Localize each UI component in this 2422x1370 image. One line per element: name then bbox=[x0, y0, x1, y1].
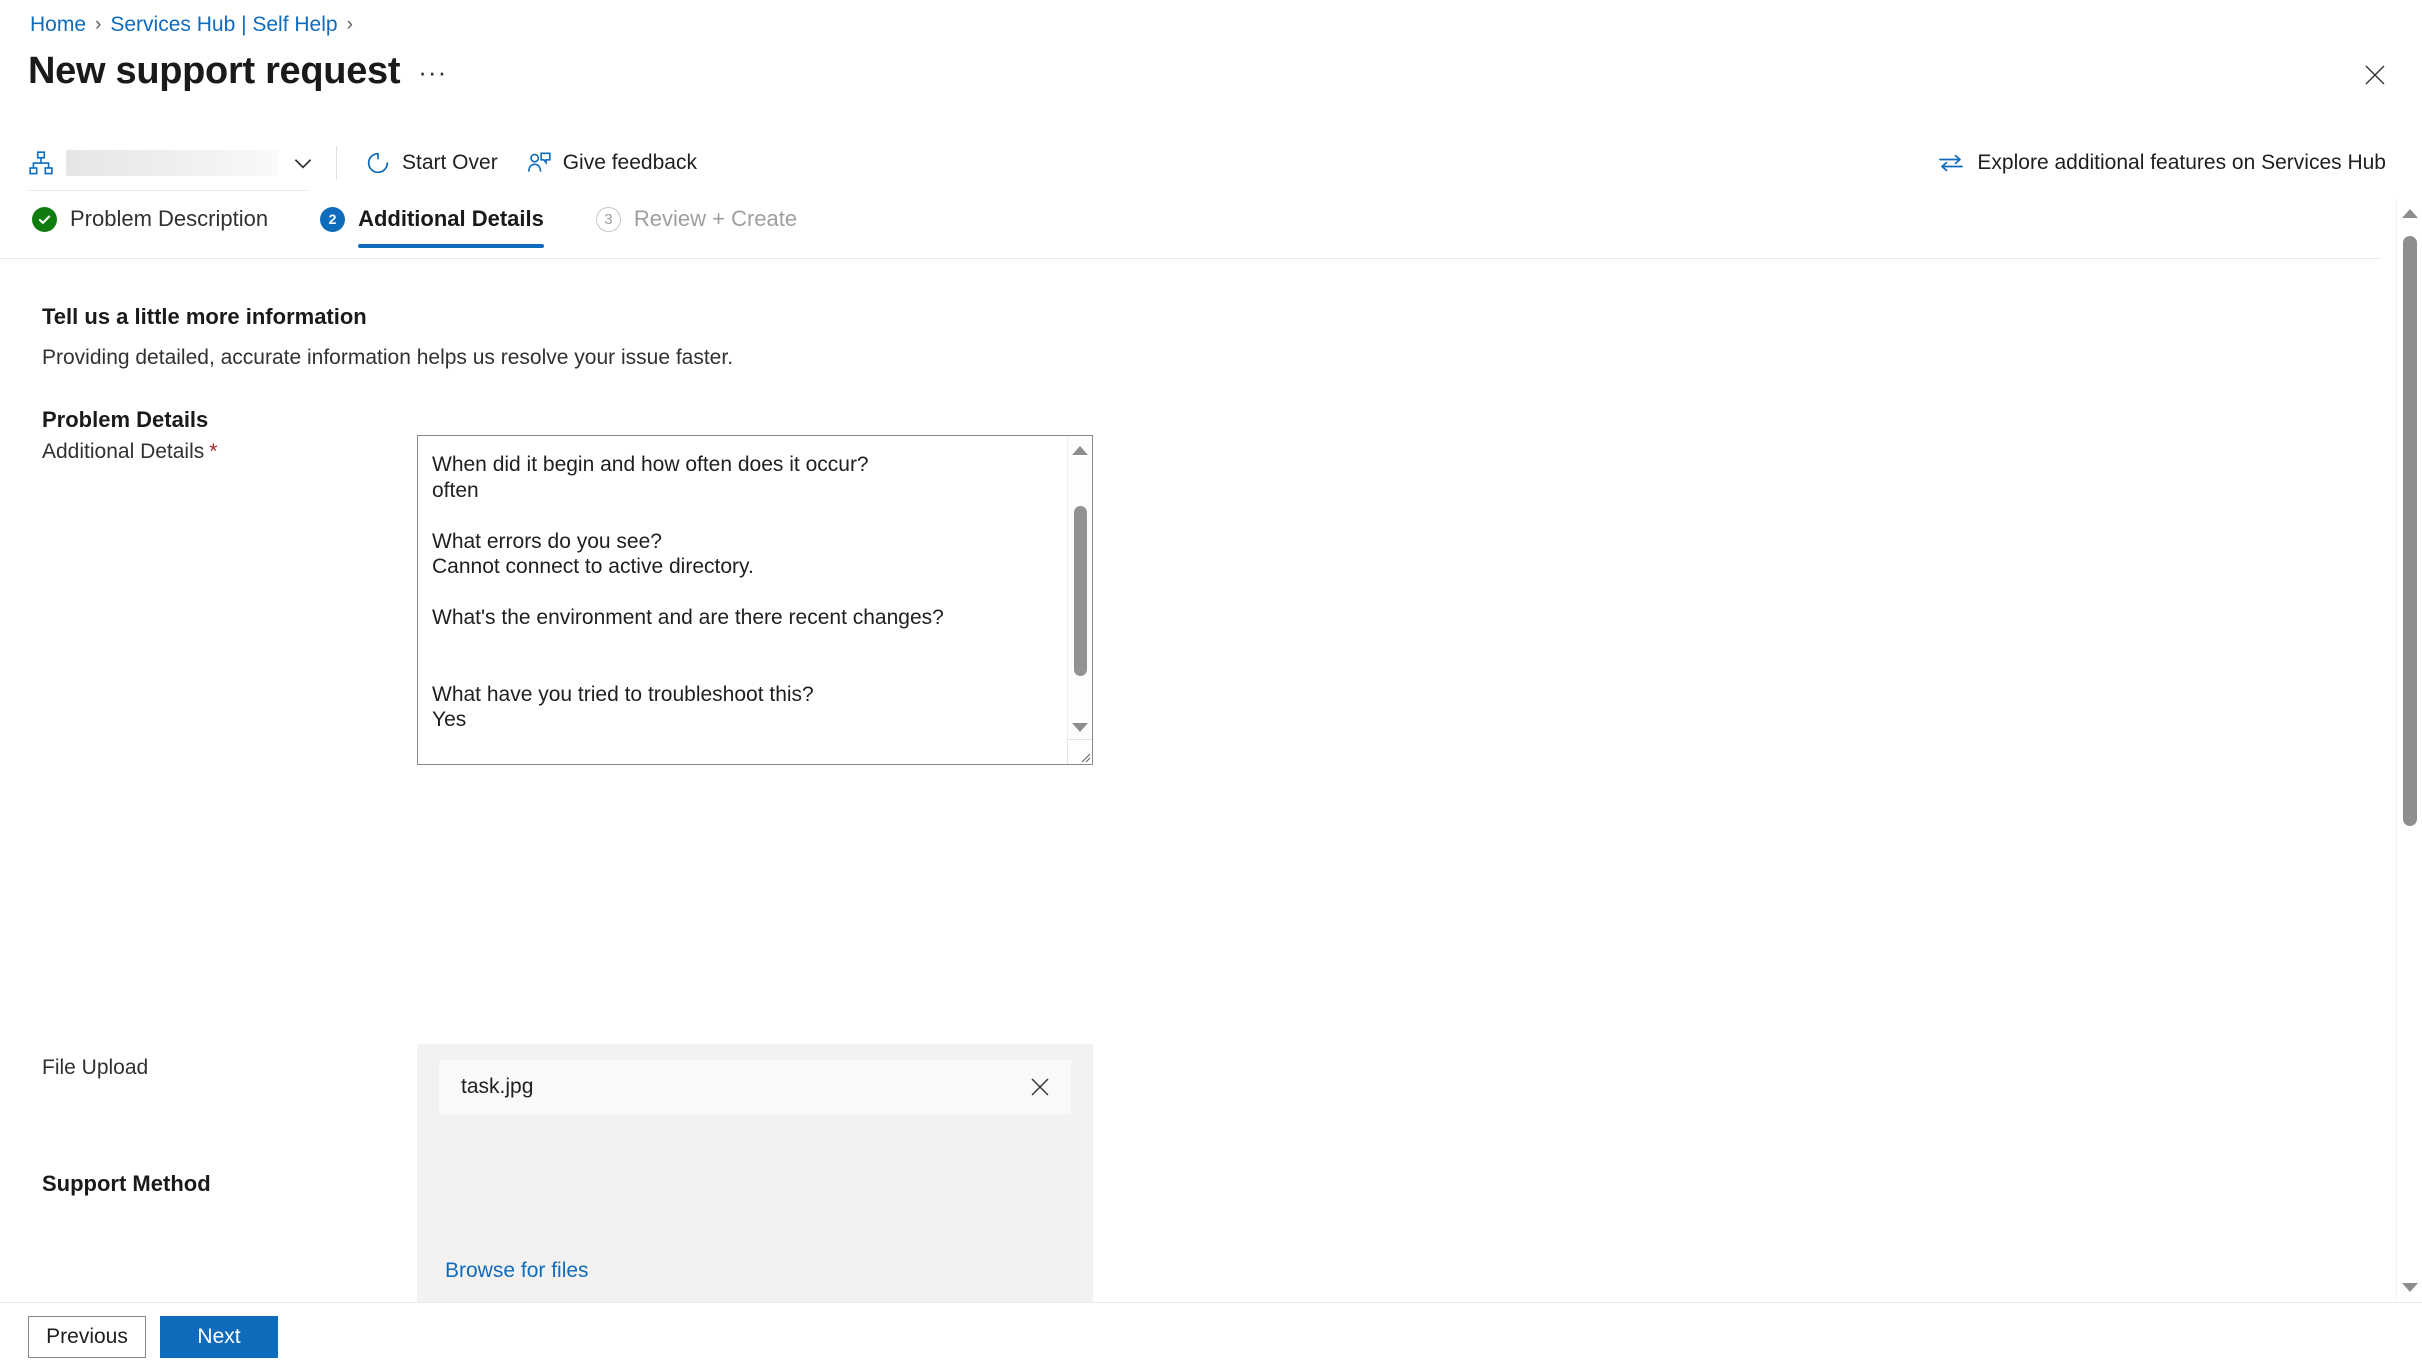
uploaded-file-item: task.jpg bbox=[439, 1060, 1071, 1114]
lead-subtitle: Providing detailed, accurate information… bbox=[42, 346, 734, 369]
page-scroll-thumb[interactable] bbox=[2403, 236, 2417, 826]
refresh-icon bbox=[367, 152, 389, 174]
tab-additional-details[interactable]: 2 Additional Details bbox=[316, 198, 566, 248]
remove-file-button[interactable] bbox=[1023, 1070, 1057, 1104]
explore-services-hub-link[interactable]: Explore additional features on Services … bbox=[1937, 151, 2422, 175]
textarea-resize-handle[interactable] bbox=[1067, 739, 1092, 764]
explore-label: Explore additional features on Services … bbox=[1977, 151, 2386, 174]
page-scrollbar[interactable] bbox=[2396, 198, 2422, 1302]
scroll-up-arrow-icon[interactable] bbox=[1068, 439, 1092, 461]
breadcrumb-separator-icon: › bbox=[346, 14, 353, 35]
tab-problem-description[interactable]: Problem Description bbox=[28, 198, 290, 248]
page-scroll-down-icon[interactable] bbox=[2397, 1276, 2422, 1298]
breadcrumb: Home › Services Hub | Self Help › bbox=[30, 12, 353, 38]
active-tab-underline bbox=[358, 244, 544, 248]
command-bar-left: Start Over Give feedback bbox=[0, 143, 711, 183]
org-hierarchy-icon bbox=[29, 151, 53, 175]
browse-for-files-link[interactable]: Browse for files bbox=[445, 1259, 589, 1283]
form-content: Tell us a little more information Provid… bbox=[0, 259, 2382, 1302]
tab-review-create[interactable]: 3 Review + Create bbox=[592, 198, 819, 248]
scope-picker[interactable] bbox=[0, 143, 328, 183]
tab-label: Review + Create bbox=[633, 206, 798, 231]
tab-label: Additional Details bbox=[358, 206, 544, 231]
uploaded-file-name: task.jpg bbox=[461, 1075, 534, 1098]
lead-title: Tell us a little more information bbox=[42, 304, 367, 329]
next-button[interactable]: Next bbox=[160, 1315, 278, 1358]
chevron-down-icon bbox=[294, 159, 312, 169]
close-icon bbox=[2365, 65, 2385, 85]
breadcrumb-item-services-hub[interactable]: Services Hub | Self Help bbox=[110, 12, 337, 38]
support-request-page: Home › Services Hub | Self Help › New su… bbox=[0, 0, 2422, 1370]
additional-details-label: Additional Details * bbox=[42, 440, 218, 463]
check-circle-icon bbox=[32, 206, 57, 232]
close-icon bbox=[1031, 1078, 1049, 1096]
tab-label: Problem Description bbox=[70, 206, 269, 231]
give-feedback-button[interactable]: Give feedback bbox=[512, 143, 711, 183]
section-problem-details: Problem Details bbox=[42, 407, 209, 432]
textarea-scroll-thumb[interactable] bbox=[1074, 506, 1087, 676]
command-bar-separator bbox=[28, 190, 308, 191]
give-feedback-label: Give feedback bbox=[562, 151, 697, 174]
swap-arrows-icon bbox=[1939, 154, 1964, 172]
previous-button[interactable]: Previous bbox=[28, 1315, 146, 1358]
required-asterisk: * bbox=[209, 440, 218, 463]
additional-details-value: When did it begin and how often does it … bbox=[432, 453, 944, 731]
file-upload-label: File Upload bbox=[42, 1056, 149, 1079]
step-badge-3: 3 bbox=[595, 206, 621, 232]
feedback-person-icon bbox=[527, 152, 551, 172]
additional-details-textarea[interactable]: When did it begin and how often does it … bbox=[417, 435, 1093, 765]
close-button[interactable] bbox=[2358, 58, 2392, 92]
scope-value-redacted bbox=[66, 150, 278, 176]
resize-grip-icon bbox=[1081, 753, 1091, 763]
page-title: New support request bbox=[28, 50, 401, 92]
wizard-steps: Problem Description 2 Additional Details… bbox=[28, 198, 819, 248]
start-over-button[interactable]: Start Over bbox=[351, 143, 512, 183]
scroll-down-arrow-icon[interactable] bbox=[1068, 716, 1092, 738]
page-scroll-up-icon[interactable] bbox=[2397, 202, 2422, 224]
title-row: New support request ··· bbox=[28, 48, 447, 94]
step-badge-2: 2 bbox=[320, 206, 346, 232]
start-over-label: Start Over bbox=[402, 151, 498, 174]
breadcrumb-item-home[interactable]: Home bbox=[30, 12, 86, 38]
textarea-scrollbar[interactable] bbox=[1067, 436, 1092, 764]
command-bar-divider bbox=[336, 146, 337, 180]
more-options-button[interactable]: ··· bbox=[418, 57, 447, 94]
breadcrumb-separator-icon: › bbox=[95, 14, 102, 35]
file-upload-dropzone[interactable]: task.jpg Browse for files bbox=[417, 1044, 1093, 1302]
wizard-footer: Previous Next bbox=[0, 1302, 2422, 1370]
command-bar: Start Over Give feedback Explore additio… bbox=[0, 135, 2422, 191]
section-support-method: Support Method bbox=[42, 1171, 211, 1196]
